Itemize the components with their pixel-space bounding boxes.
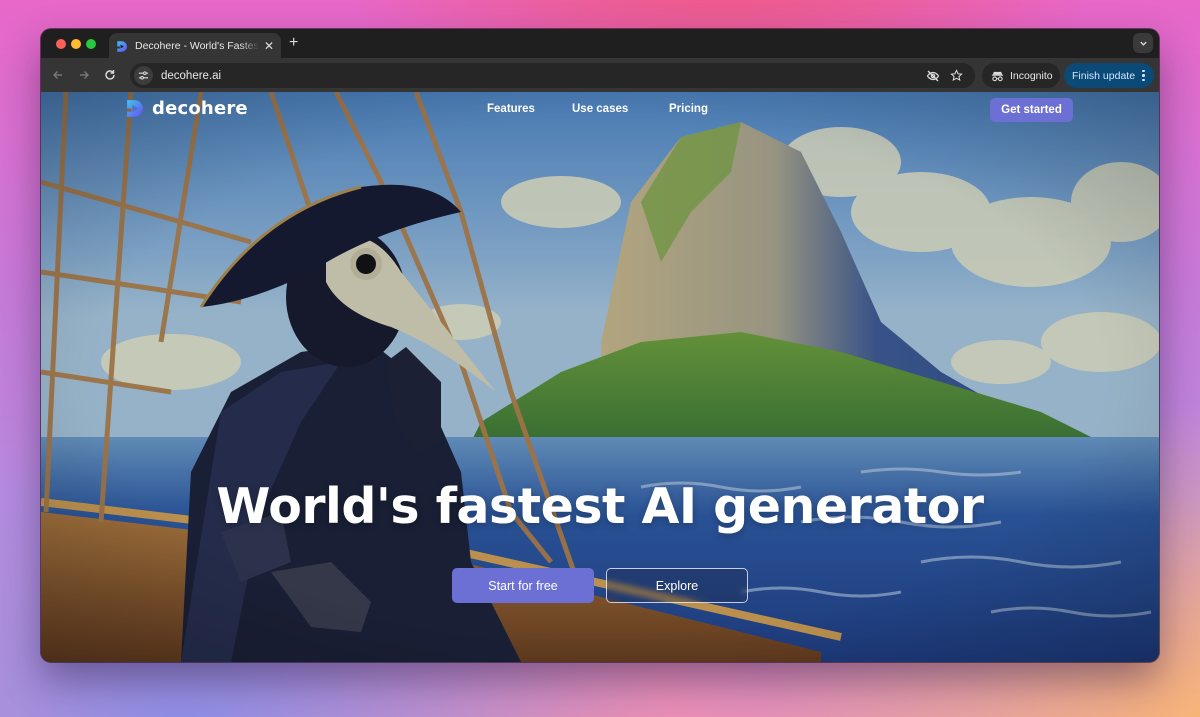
tune-icon [138,71,149,80]
reload-icon [105,70,115,80]
site-info-button[interactable] [134,66,153,85]
minimize-window-button[interactable] [71,39,81,49]
get-started-button[interactable]: Get started [990,98,1073,122]
forward-button[interactable] [75,66,93,84]
site-header: decohere Features Use cases Pricing Get … [41,92,1159,128]
start-for-free-button[interactable]: Start for free [452,568,594,603]
browser-window: Decohere - World's Fastest AI Generator … [41,29,1159,662]
arrow-left-icon [53,71,62,79]
arrow-right-icon [80,71,89,79]
chevron-down-icon [1139,41,1147,46]
incognito-indicator[interactable]: Incognito [982,63,1060,88]
finish-update-button[interactable]: Finish update [1064,63,1154,88]
incognito-label: Incognito [1010,69,1053,82]
nav-link-features[interactable]: Features [487,103,535,115]
hero-overlay [41,92,1159,662]
explore-button[interactable]: Explore [606,568,748,603]
back-button[interactable] [49,66,67,84]
maximize-window-button[interactable] [86,39,96,49]
tab-search-button[interactable] [1133,33,1153,53]
new-tab-button[interactable]: + [289,35,298,51]
tab-title: Decohere - World's Fastest AI Generator [135,40,259,52]
tracking-protection-button[interactable] [925,68,940,83]
site-logo[interactable]: decohere [125,98,248,119]
reload-button[interactable] [101,66,119,84]
star-icon [950,69,963,82]
kebab-menu-icon[interactable] [1142,69,1145,82]
finish-update-label: Finish update [1072,69,1136,82]
eye-off-icon [926,70,939,81]
nav-link-pricing[interactable]: Pricing [669,103,708,115]
incognito-icon [991,71,1004,81]
address-bar[interactable]: decohere.ai [130,63,975,88]
page-viewport: decohere Features Use cases Pricing Get … [41,92,1159,662]
decohere-logo-icon [127,100,143,117]
browser-tab[interactable]: Decohere - World's Fastest AI Generator … [109,33,281,59]
browser-toolbar: decohere.ai Incognito Finish update [41,58,1159,92]
decohere-logo-icon [117,40,128,52]
url-text: decohere.ai [161,69,222,82]
brand-name: decohere [152,98,248,119]
close-icon[interactable]: ✕ [263,39,275,53]
bookmark-button[interactable] [949,68,964,83]
hero-title: World's fastest AI generator [216,478,984,535]
title-bar: Decohere - World's Fastest AI Generator … [41,29,1159,59]
nav-link-use-cases[interactable]: Use cases [572,103,628,115]
close-window-button[interactable] [56,39,66,49]
